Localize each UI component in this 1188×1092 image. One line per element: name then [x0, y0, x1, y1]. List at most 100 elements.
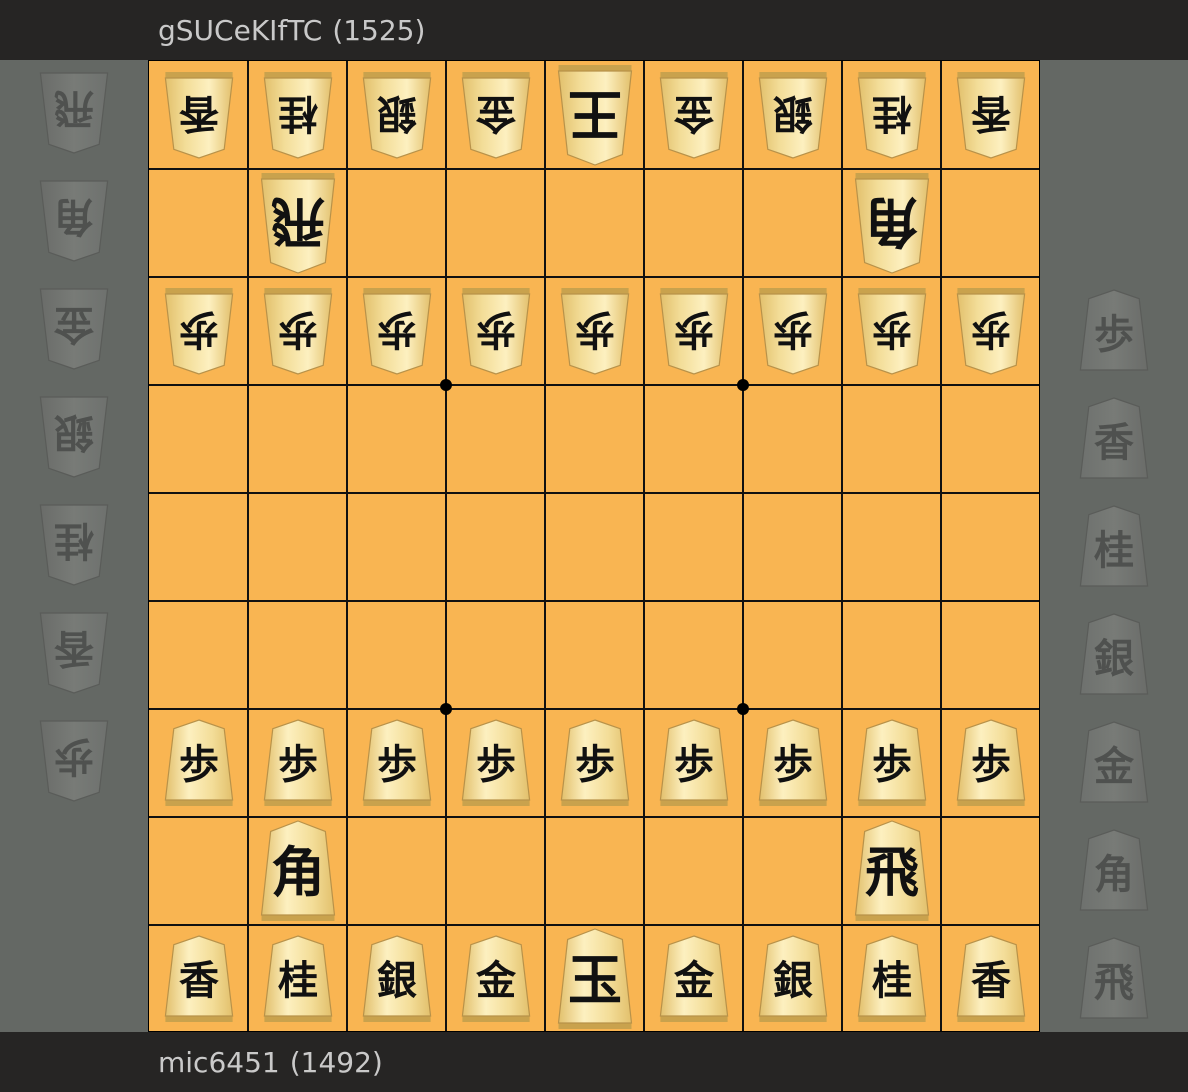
- svg-text:桂: 桂: [278, 957, 318, 1004]
- gote-king-piece[interactable]: 王: [557, 63, 633, 167]
- sente-king-piece[interactable]: 玉: [557, 927, 633, 1031]
- svg-text:香: 香: [179, 90, 219, 137]
- sente-pawn-piece[interactable]: 歩: [560, 718, 630, 808]
- grid-line-horizontal: [149, 168, 1039, 170]
- svg-text:金: 金: [475, 90, 517, 137]
- svg-text:歩: 歩: [773, 306, 813, 353]
- svg-text:香: 香: [1094, 419, 1134, 466]
- gote-pawn-piece[interactable]: 歩: [659, 286, 729, 376]
- svg-text:飛: 飛: [54, 85, 94, 132]
- grid-line-vertical: [247, 61, 249, 1031]
- gote-lance-piece[interactable]: 香: [956, 70, 1026, 160]
- sente-knight-piece[interactable]: 桂: [263, 934, 333, 1024]
- sente-lance-piece[interactable]: 香: [956, 934, 1026, 1024]
- sente-pawn-piece[interactable]: 歩: [857, 718, 927, 808]
- gote-pawn-piece[interactable]: 歩: [362, 286, 432, 376]
- gote-knight-piece[interactable]: 桂: [857, 70, 927, 160]
- sente-pawn-piece[interactable]: 歩: [758, 718, 828, 808]
- gote-gold-piece[interactable]: 金: [461, 70, 531, 160]
- sente-hand: 歩香桂銀金角飛: [1040, 60, 1188, 1032]
- bottom-player-rating: (1492): [289, 1045, 383, 1079]
- sente-hand-gold: 金: [1079, 720, 1149, 810]
- sente-silver-piece[interactable]: 銀: [362, 934, 432, 1024]
- sente-pawn-piece[interactable]: 歩: [164, 718, 234, 808]
- svg-text:銀: 銀: [773, 90, 813, 137]
- grid-line-horizontal: [149, 492, 1039, 494]
- board-star-point: [440, 703, 452, 715]
- grid-line-horizontal: [149, 600, 1039, 602]
- svg-text:歩: 歩: [278, 306, 318, 353]
- svg-text:飛: 飛: [1094, 959, 1134, 1006]
- svg-text:歩: 歩: [377, 741, 417, 788]
- sente-lance-piece[interactable]: 香: [164, 934, 234, 1024]
- grid-line-horizontal: [149, 708, 1039, 710]
- gote-pawn-piece[interactable]: 歩: [164, 286, 234, 376]
- grid-line-vertical: [544, 61, 546, 1031]
- gote-rook-piece[interactable]: 飛: [260, 171, 336, 275]
- svg-text:歩: 歩: [674, 741, 714, 788]
- gote-pawn-piece[interactable]: 歩: [758, 286, 828, 376]
- sente-hand-rook: 飛: [1079, 936, 1149, 1026]
- sente-rook-piece[interactable]: 飛: [854, 819, 930, 923]
- gote-gold-piece[interactable]: 金: [659, 70, 729, 160]
- svg-text:香: 香: [971, 90, 1011, 137]
- top-player-rating: (1525): [332, 13, 426, 47]
- gote-lance-piece[interactable]: 香: [164, 70, 234, 160]
- svg-text:銀: 銀: [1094, 635, 1134, 682]
- svg-text:角: 角: [865, 190, 919, 254]
- svg-text:金: 金: [673, 957, 715, 1004]
- sente-hand-silver: 銀: [1079, 612, 1149, 702]
- gote-pawn-piece[interactable]: 歩: [857, 286, 927, 376]
- grid-line-horizontal: [149, 276, 1039, 278]
- sente-gold-piece[interactable]: 金: [659, 934, 729, 1024]
- svg-text:歩: 歩: [278, 741, 318, 788]
- svg-text:歩: 歩: [476, 306, 516, 353]
- bottom-player-bar: mic6451 (1492): [0, 1032, 1188, 1092]
- svg-text:桂: 桂: [872, 957, 912, 1004]
- svg-text:飛: 飛: [865, 840, 919, 904]
- sente-pawn-piece[interactable]: 歩: [263, 718, 333, 808]
- svg-text:銀: 銀: [773, 957, 813, 1004]
- sente-pawn-piece[interactable]: 歩: [956, 718, 1026, 808]
- gote-knight-piece[interactable]: 桂: [263, 70, 333, 160]
- svg-text:歩: 歩: [377, 306, 417, 353]
- sente-pawn-piece[interactable]: 歩: [659, 718, 729, 808]
- svg-text:歩: 歩: [674, 306, 714, 353]
- svg-text:香: 香: [179, 957, 219, 1004]
- sente-pawn-piece[interactable]: 歩: [362, 718, 432, 808]
- gote-hand-lance: 香: [39, 605, 109, 695]
- gote-silver-piece[interactable]: 銀: [758, 70, 828, 160]
- gote-pawn-piece[interactable]: 歩: [263, 286, 333, 376]
- svg-text:香: 香: [971, 957, 1011, 1004]
- sente-hand-bishop: 角: [1079, 828, 1149, 918]
- grid-line-horizontal: [149, 384, 1039, 386]
- sente-silver-piece[interactable]: 銀: [758, 934, 828, 1024]
- gote-pawn-piece[interactable]: 歩: [560, 286, 630, 376]
- svg-text:歩: 歩: [773, 741, 813, 788]
- svg-text:銀: 銀: [377, 957, 417, 1004]
- svg-text:桂: 桂: [872, 90, 912, 137]
- svg-text:金: 金: [673, 90, 715, 137]
- gote-silver-piece[interactable]: 銀: [362, 70, 432, 160]
- sente-bishop-piece[interactable]: 角: [260, 819, 336, 923]
- gote-bishop-piece[interactable]: 角: [854, 171, 930, 275]
- gote-pawn-piece[interactable]: 歩: [461, 286, 531, 376]
- grid-line-vertical: [445, 61, 447, 1031]
- svg-text:歩: 歩: [575, 741, 615, 788]
- sente-hand-knight: 桂: [1079, 504, 1149, 594]
- svg-text:歩: 歩: [1094, 311, 1134, 358]
- svg-text:角: 角: [1094, 851, 1134, 898]
- grid-line-vertical: [841, 61, 843, 1031]
- svg-text:歩: 歩: [476, 741, 516, 788]
- svg-text:歩: 歩: [54, 733, 94, 780]
- grid-line-horizontal: [149, 924, 1039, 926]
- gote-hand-rook: 飛: [39, 65, 109, 155]
- sente-gold-piece[interactable]: 金: [461, 934, 531, 1024]
- top-player-name: gSUCeKIfTC: [158, 13, 323, 47]
- svg-text:歩: 歩: [971, 741, 1011, 788]
- shogi-board[interactable]: 香桂銀金王金銀桂香飛角歩歩歩歩歩歩歩歩歩歩歩歩歩歩歩歩歩歩角飛香桂銀金玉金銀桂香: [148, 60, 1040, 1032]
- sente-knight-piece[interactable]: 桂: [857, 934, 927, 1024]
- gote-pawn-piece[interactable]: 歩: [956, 286, 1026, 376]
- sente-pawn-piece[interactable]: 歩: [461, 718, 531, 808]
- svg-text:歩: 歩: [575, 306, 615, 353]
